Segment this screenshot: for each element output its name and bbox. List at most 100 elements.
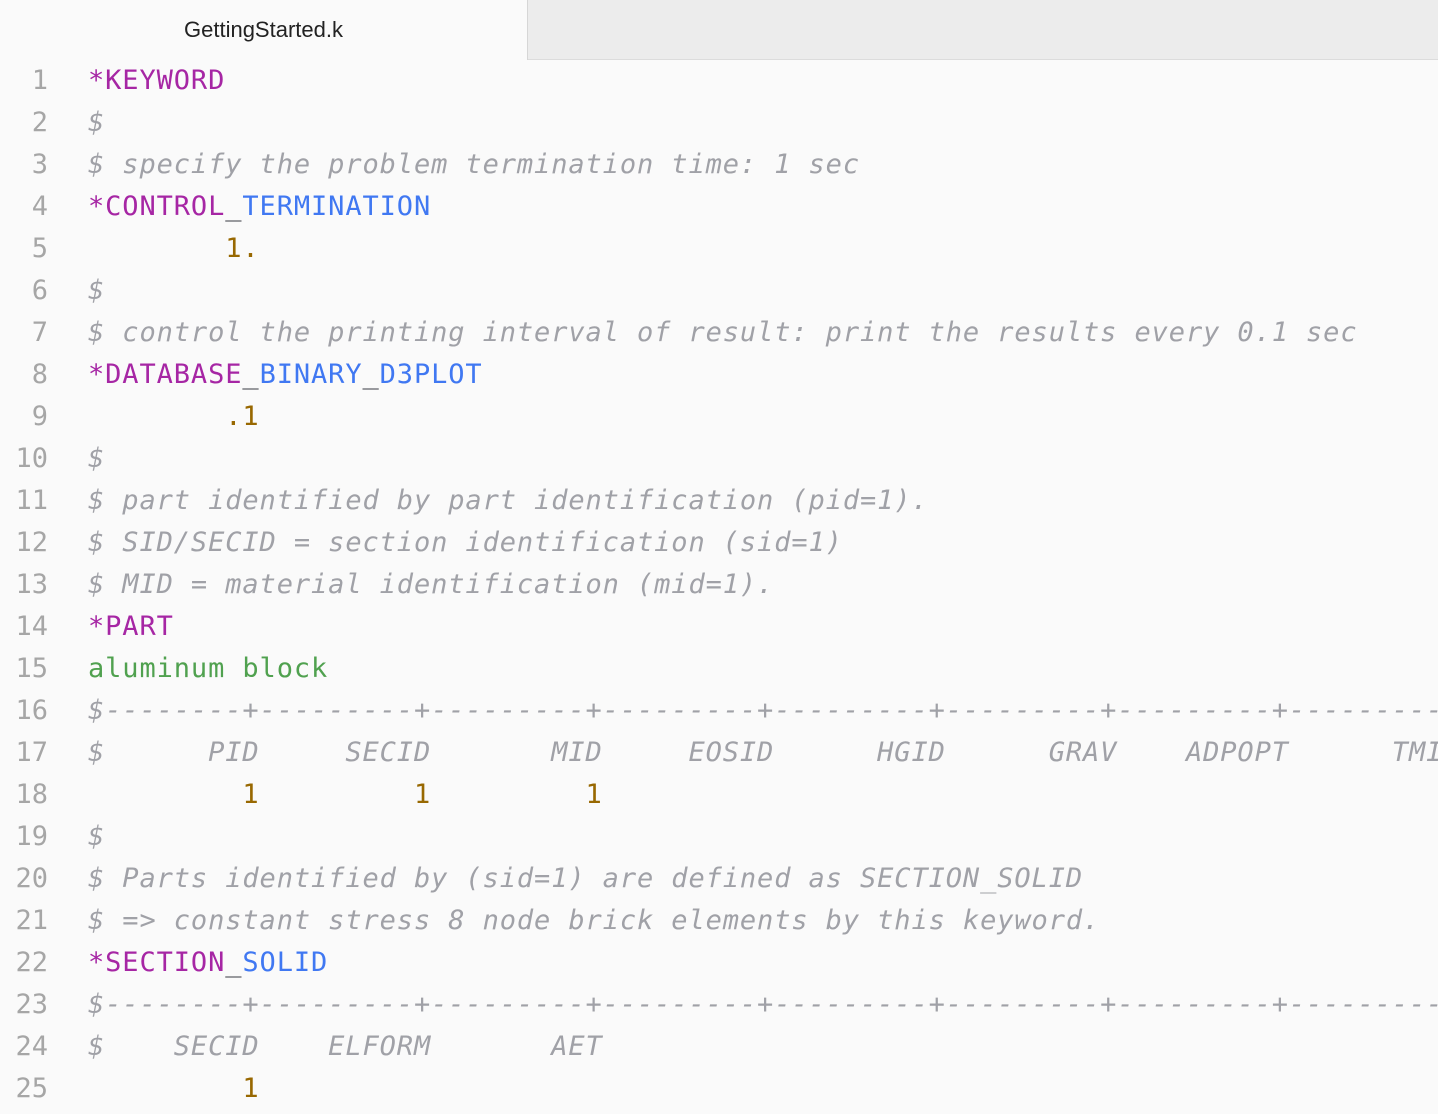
code-line: 21 $ => constant stress 8 node brick elem… <box>0 900 1438 942</box>
line-content: $ <box>88 102 105 144</box>
line-number: 12 <box>15 527 48 558</box>
token: 1 <box>413 779 432 810</box>
token: D3PLOT <box>379 359 483 390</box>
token: $ <box>88 275 106 306</box>
line-content: $ <box>88 438 105 480</box>
line-content: *PART <box>88 606 174 648</box>
code-line: 15 aluminum block <box>0 648 1438 690</box>
line-number: 17 <box>15 737 48 768</box>
token: 1 <box>242 779 260 810</box>
code-line: 25 1 <box>0 1068 1438 1110</box>
line-number: 21 <box>15 905 48 936</box>
token: $ MID = material identification (mid=1). <box>88 569 775 600</box>
token: SOLID <box>242 947 329 978</box>
line-number: 10 <box>15 443 48 474</box>
code-line: 8 *DATABASE_BINARY_D3PLOT <box>0 354 1438 396</box>
line-content: 1 1 1 <box>88 774 603 816</box>
token: _ <box>242 359 260 390</box>
line-number: 24 <box>15 1031 48 1062</box>
code-line: 20 $ Parts identified by (sid=1) are defi… <box>0 858 1438 900</box>
line-number: 18 <box>15 779 48 810</box>
line-content: $ Parts identified by (sid=1) are define… <box>88 858 1083 900</box>
line-number: 6 <box>31 275 48 306</box>
token: $ SECID ELFORM AET <box>88 1031 603 1062</box>
token: $--------+---------+---------+---------+… <box>88 695 1438 726</box>
line-content: 1 <box>88 1068 260 1110</box>
line-content: $ <box>88 816 105 858</box>
line-content: *SECTION_SOLID <box>88 942 328 984</box>
token: .1 <box>225 401 260 432</box>
line-content: .1 <box>88 396 260 438</box>
line-content: $ specify the problem termination time: … <box>88 144 860 186</box>
line-content: 1. <box>88 228 260 270</box>
line-number: 3 <box>31 149 48 180</box>
token: _ <box>225 947 243 978</box>
token: *DATABASE <box>88 359 243 390</box>
token: *SECTION <box>88 947 226 978</box>
code-line: 14 *PART <box>0 606 1438 648</box>
code-line: 23 $--------+---------+---------+--------… <box>0 984 1438 1026</box>
line-number: 19 <box>15 821 48 852</box>
line-number: 20 <box>15 863 48 894</box>
token: $ part identified by part identification… <box>88 485 929 516</box>
token: *PART <box>88 611 174 642</box>
code-line: 16 $--------+---------+---------+--------… <box>0 690 1438 732</box>
token: 1. <box>225 233 260 264</box>
tab-title: GettingStarted.k <box>184 17 343 42</box>
token: $ PID SECID MID EOSID HGID GRAV ADPOPT T… <box>88 737 1438 768</box>
line-content: $ PID SECID MID EOSID HGID GRAV ADPOPT T… <box>88 732 1438 774</box>
line-content: $ SECID ELFORM AET <box>88 1026 603 1068</box>
line-number: 16 <box>15 695 48 726</box>
code-line: 12 $ SID/SECID = section identification (… <box>0 522 1438 564</box>
token: $ SID/SECID = section identification (si… <box>88 527 843 558</box>
line-content: $ MID = material identification (mid=1). <box>88 564 774 606</box>
token: aluminum block <box>88 653 329 684</box>
token: TERMINATION <box>242 191 432 222</box>
line-number: 4 <box>31 191 48 222</box>
token: BINARY <box>259 359 363 390</box>
token: $ <box>88 443 106 474</box>
token: *KEYWORD <box>88 65 226 96</box>
code-line: 3 $ specify the problem termination time:… <box>0 144 1438 186</box>
line-content: *KEYWORD <box>88 60 225 102</box>
tab-gettingstarted[interactable]: GettingStarted.k <box>0 0 528 60</box>
code-line: 13 $ MID = material identification (mid=1… <box>0 564 1438 606</box>
line-number: 2 <box>31 107 48 138</box>
code-line: 18 1 1 1 <box>0 774 1438 816</box>
line-content: *DATABASE_BINARY_D3PLOT <box>88 354 483 396</box>
line-content: $ => constant stress 8 node brick elemen… <box>88 900 1100 942</box>
line-number: 22 <box>15 947 48 978</box>
token: $ Parts identified by (sid=1) are define… <box>88 863 1084 894</box>
line-number: 11 <box>15 485 48 516</box>
token: _ <box>362 359 380 390</box>
line-content: aluminum block <box>88 648 328 690</box>
line-number: 25 <box>15 1073 48 1104</box>
token: $ specify the problem termination time: … <box>88 149 860 180</box>
code-line: 9 .1 <box>0 396 1438 438</box>
code-line: 19 $ <box>0 816 1438 858</box>
token: 1 <box>242 1073 260 1104</box>
code-line: 24 $ SECID ELFORM AET <box>0 1026 1438 1068</box>
line-number: 15 <box>15 653 48 684</box>
code-line: 17 $ PID SECID MID EOSID HGID GRAV ADPOPT… <box>0 732 1438 774</box>
line-content: $--------+---------+---------+---------+… <box>88 690 1438 732</box>
line-number: 14 <box>15 611 48 642</box>
code-line: 10 $ <box>0 438 1438 480</box>
code-line: 2 $ <box>0 102 1438 144</box>
line-number: 13 <box>15 569 48 600</box>
line-content: $ SID/SECID = section identification (si… <box>88 522 843 564</box>
code-line: 11 $ part identified by part identificati… <box>0 480 1438 522</box>
line-number: 1 <box>31 65 48 96</box>
token: $ <box>88 821 106 852</box>
line-content: $ control the printing interval of resul… <box>88 312 1358 354</box>
line-content: $ <box>88 270 105 312</box>
line-number: 23 <box>15 989 48 1020</box>
code-editor[interactable]: 1 *KEYWORD 2 $3 $ specify the problem termin… <box>0 60 1438 1114</box>
token: 1 <box>585 779 603 810</box>
token: $ <box>88 107 106 138</box>
token: $--------+---------+---------+---------+… <box>88 989 1438 1020</box>
